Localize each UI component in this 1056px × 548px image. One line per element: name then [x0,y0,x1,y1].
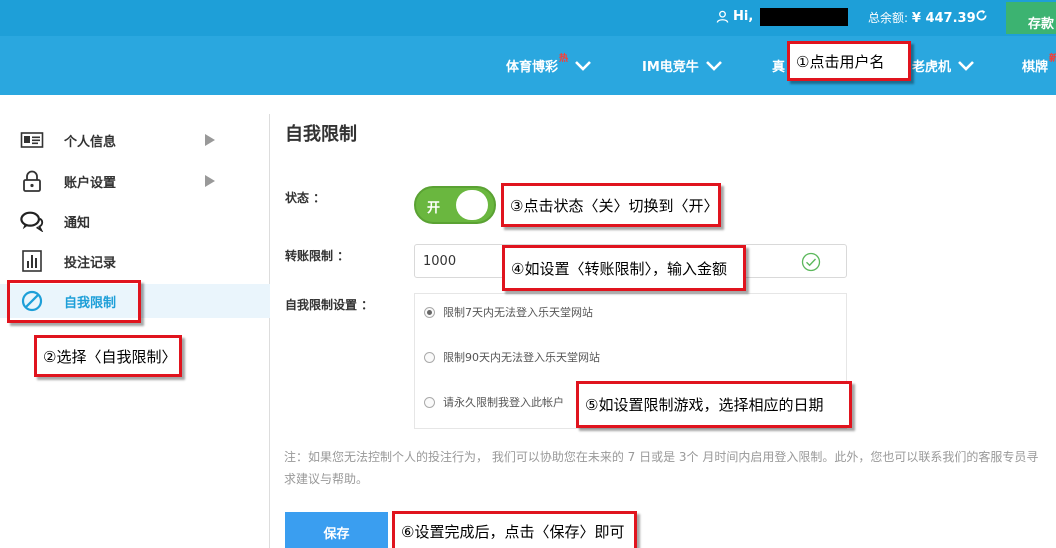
user-greeting: Hi, [733,9,754,24]
nav-item-label: IM电竞牛 [642,60,699,75]
user-icon [716,10,729,23]
check-circle-icon [801,252,821,272]
deposit-button[interactable]: 存款 [1006,2,1056,34]
expand-arrow-icon[interactable] [205,134,215,146]
toggle-knob [456,190,488,220]
annotation-step-6: ⑥设置完成后，点击〈保存〉即可 [392,511,637,548]
lock-icon [23,170,41,192]
annotation-step-1: ①点击用户名 [787,41,911,81]
option-label: 请永久限制我登入此帐户 [443,396,564,409]
option-label: 限制7天内无法登入乐天堂网站 [443,306,593,319]
sidebar-item-bet-history[interactable]: 投注记录 [0,244,270,278]
balance-label: 总余额: [868,11,909,25]
top-bar: Hi, 总余额: ¥ 447.39 存款 [0,0,1056,36]
chat-bubbles-icon [20,211,44,232]
radio-button[interactable] [424,306,435,318]
nav-item-label: 老虎机 [912,60,952,75]
status-toggle[interactable]: 开 [414,186,496,224]
nav-item-chess[interactable]: 棋牌 新 [1022,54,1056,75]
sidebar-item-label: 投注记录 [64,255,117,271]
hot-badge: 热 [559,54,569,64]
sidebar-item-profile[interactable]: 个人信息 [0,123,270,157]
limit-settings-label: 自我限制设置 ： [285,298,374,312]
annotation-step-2: ②选择〈自我限制〉 [34,335,182,377]
restriction-note: 注：如果您无法控制个人的投注行为， 我们可以协助您在未来的 7 日或是 3个 月… [284,450,1039,486]
balance-value: ¥ 447.39 [911,11,976,26]
radio-button[interactable] [424,396,435,408]
option-7-days[interactable]: 限制7天内无法登入乐天堂网站 [424,304,593,320]
chevron-down-icon [575,61,591,71]
annotation-step-5: ⑤如设置限制游戏，选择相应的日期 [576,381,852,428]
save-button[interactable]: 保存 [285,512,388,548]
sidebar-item-account[interactable]: 账户设置 [0,164,270,198]
nav-item-live[interactable]: 真 [772,56,785,75]
sidebar-item-label: 账户设置 [64,175,117,191]
nav-item-label: 真 [772,60,786,75]
nav-item-label: 体育博彩 [506,60,559,75]
sidebar-item-label: 个人信息 [64,134,117,150]
radio-button[interactable] [424,351,435,363]
new-badge: 新 [1049,54,1056,64]
nav-item-sports[interactable]: 体育博彩 热 [506,54,592,75]
transfer-limit-label: 转账限制 ： [285,249,350,263]
sidebar-item-label: 通知 [64,215,91,231]
id-card-icon [20,132,44,148]
annotation-step-3: ③点击状态〈关〉切换到〈开〉 [501,183,721,227]
nav-item-label: 棋牌 [1022,60,1049,75]
option-permanent[interactable]: 请永久限制我登入此帐户 [424,394,564,410]
nav-item-esports[interactable]: IM电竞牛 [642,56,723,75]
page-title: 自我限制 [285,124,357,145]
toggle-on-text: 开 [427,201,441,216]
page-root: Hi, 总余额: ¥ 447.39 存款 体育博彩 热 IM电竞牛 真 老虎机 [0,0,1056,548]
sidebar-item-notifications[interactable]: 通知 [0,204,270,238]
option-label: 限制90天内无法登入乐天堂网站 [443,351,600,364]
chevron-down-icon [958,61,974,71]
expand-arrow-icon[interactable] [205,175,215,187]
option-90-days[interactable]: 限制90天内无法登入乐天堂网站 [424,349,600,365]
nav-item-slots[interactable]: 老虎机 [912,56,975,75]
refresh-icon[interactable] [975,9,988,22]
annotation-highlight-box [7,280,141,323]
redacted-username[interactable] [760,8,848,26]
bar-chart-icon [22,250,42,272]
balance-display: 总余额: ¥ 447.39 [868,9,976,26]
user-menu[interactable]: Hi, [716,9,753,24]
chevron-down-icon [705,61,722,71]
status-label: 状态 ： [285,191,326,205]
annotation-step-4: ④如设置〈转账限制〉，输入金额 [502,245,746,291]
